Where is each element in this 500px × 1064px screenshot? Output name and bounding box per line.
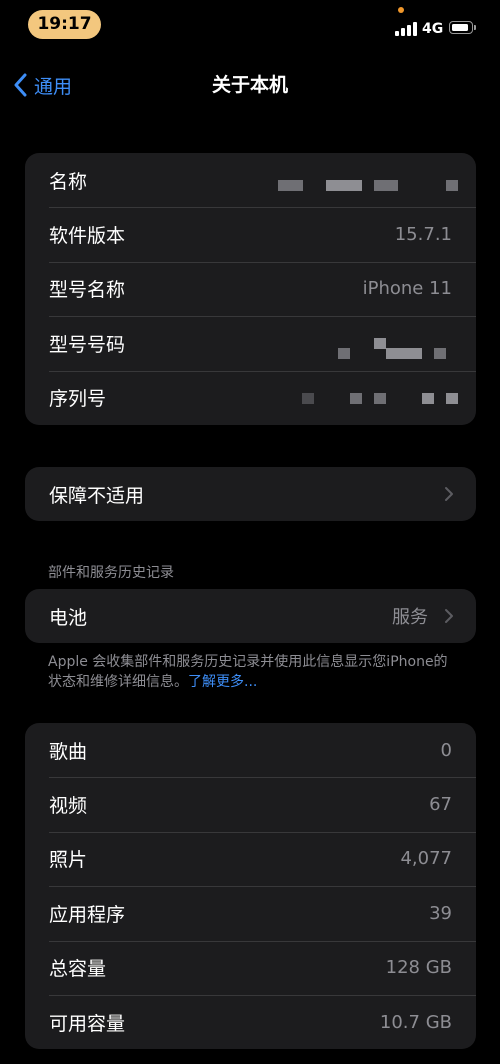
redacted-value: [302, 392, 314, 404]
redacted-value: [278, 180, 303, 191]
device-info-group: 名称 软件版本 15.7.1 型号名称 iPhone 11 型号号码 序列号: [25, 153, 476, 425]
available-capacity-row[interactable]: 可用容量 10.7 GB: [25, 994, 476, 1049]
software-version-label: 软件版本: [49, 225, 126, 248]
warranty-group: 保障不适用: [25, 467, 476, 522]
model-name-value: iPhone 11: [362, 278, 452, 300]
model-number-label: 型号号码: [49, 333, 126, 356]
apps-value: 39: [429, 902, 452, 924]
device-name-row[interactable]: 名称: [25, 153, 476, 207]
available-capacity-label: 可用容量: [49, 1012, 126, 1035]
software-version-row[interactable]: 软件版本 15.7.1: [25, 207, 476, 261]
photos-value: 4,077: [400, 848, 452, 870]
parts-history-footnote: Apple 会收集部件和服务历史记录并使用此信息显示您iPhone的状态和维修详…: [48, 652, 458, 692]
network-type: 4G: [422, 21, 444, 37]
photos-label: 照片: [49, 849, 88, 872]
battery-icon: [449, 21, 476, 36]
total-capacity-row[interactable]: 总容量 128 GB: [25, 940, 476, 995]
videos-value: 67: [429, 794, 452, 816]
apps-label: 应用程序: [49, 903, 126, 926]
songs-label: 歌曲: [49, 740, 88, 763]
privacy-indicator-dot: [398, 7, 404, 13]
page-title: 关于本机: [211, 74, 288, 96]
videos-row[interactable]: 视频 67: [25, 777, 476, 831]
software-version-value: 15.7.1: [394, 224, 452, 246]
media-storage-group: 歌曲 0 视频 67 照片 4,077 应用程序 39 总容量 128 GB 可…: [25, 723, 476, 1050]
total-capacity-label: 总容量: [49, 958, 107, 981]
serial-number-row[interactable]: 序列号: [25, 370, 476, 425]
redacted-value: [338, 348, 350, 360]
device-name-label: 名称: [49, 170, 88, 193]
battery-label: 电池: [49, 606, 88, 629]
parts-history-group: 电池 服务: [25, 589, 476, 644]
chevron-right-icon: [445, 487, 453, 502]
battery-service-value: 服务: [392, 607, 428, 629]
serial-number-label: 序列号: [49, 388, 107, 411]
warranty-row[interactable]: 保障不适用: [25, 467, 476, 521]
signal-icon: [395, 22, 417, 36]
navigation-bar: 通用 关于本机: [0, 60, 500, 110]
total-capacity-value: 128 GB: [385, 957, 452, 979]
battery-row[interactable]: 电池 服务: [25, 589, 476, 643]
available-capacity-value: 10.7 GB: [379, 1011, 452, 1033]
photos-row[interactable]: 照片 4,077: [25, 831, 476, 886]
status-bar: 19:17 4G: [0, 0, 500, 60]
model-name-row[interactable]: 型号名称 iPhone 11: [25, 261, 476, 316]
songs-value: 0: [440, 739, 452, 761]
apps-row[interactable]: 应用程序 39: [25, 886, 476, 940]
learn-more-link[interactable]: 了解更多...: [188, 674, 257, 690]
model-number-row[interactable]: 型号号码: [25, 316, 476, 370]
chevron-right-icon: [445, 609, 453, 624]
videos-label: 视频: [49, 795, 88, 818]
parts-history-header: 部件和服务历史记录: [48, 565, 174, 581]
status-time: 19:17: [28, 10, 101, 39]
songs-row[interactable]: 歌曲 0: [25, 723, 476, 777]
warranty-label: 保障不适用: [49, 484, 145, 507]
model-name-label: 型号名称: [49, 279, 126, 302]
